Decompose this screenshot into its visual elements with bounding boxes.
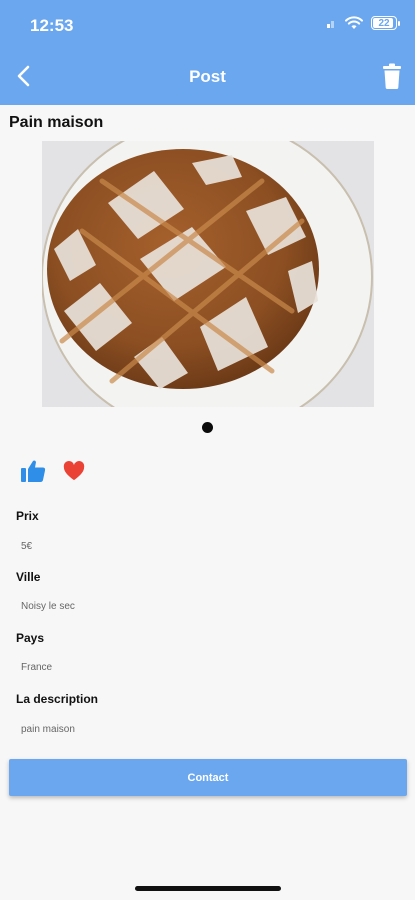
description-label: La description <box>16 692 99 706</box>
bread-photo <box>42 141 374 407</box>
country-value: France <box>21 662 53 673</box>
battery-level: 22 <box>378 17 390 29</box>
wifi-icon <box>345 16 363 29</box>
battery-icon: 22 <box>371 16 400 30</box>
country-label: Pays <box>16 631 45 645</box>
app-header: 12:53 22 Post <box>0 0 415 105</box>
status-time: 12:53 <box>30 16 74 35</box>
status-icons: 22 <box>327 16 400 30</box>
pager-dot-active[interactable] <box>202 422 213 433</box>
image-pager[interactable] <box>0 422 415 433</box>
like-button[interactable] <box>20 458 46 484</box>
description-value: pain maison <box>21 724 75 735</box>
favorite-button[interactable] <box>63 460 85 482</box>
home-indicator[interactable] <box>135 886 281 891</box>
contact-button[interactable]: Contact <box>9 759 407 796</box>
post-title: Pain maison <box>9 114 104 131</box>
price-value: 5€ <box>21 541 33 552</box>
signal-icon <box>327 18 337 28</box>
heart-icon <box>63 461 85 481</box>
post-image <box>42 141 374 407</box>
trash-icon <box>383 63 401 89</box>
city-value: Noisy le sec <box>21 601 75 612</box>
page-title: Post <box>189 67 226 86</box>
city-label: Ville <box>16 570 41 584</box>
delete-button[interactable] <box>381 62 403 90</box>
thumbs-up-icon <box>21 460 46 482</box>
price-label: Prix <box>16 509 39 523</box>
